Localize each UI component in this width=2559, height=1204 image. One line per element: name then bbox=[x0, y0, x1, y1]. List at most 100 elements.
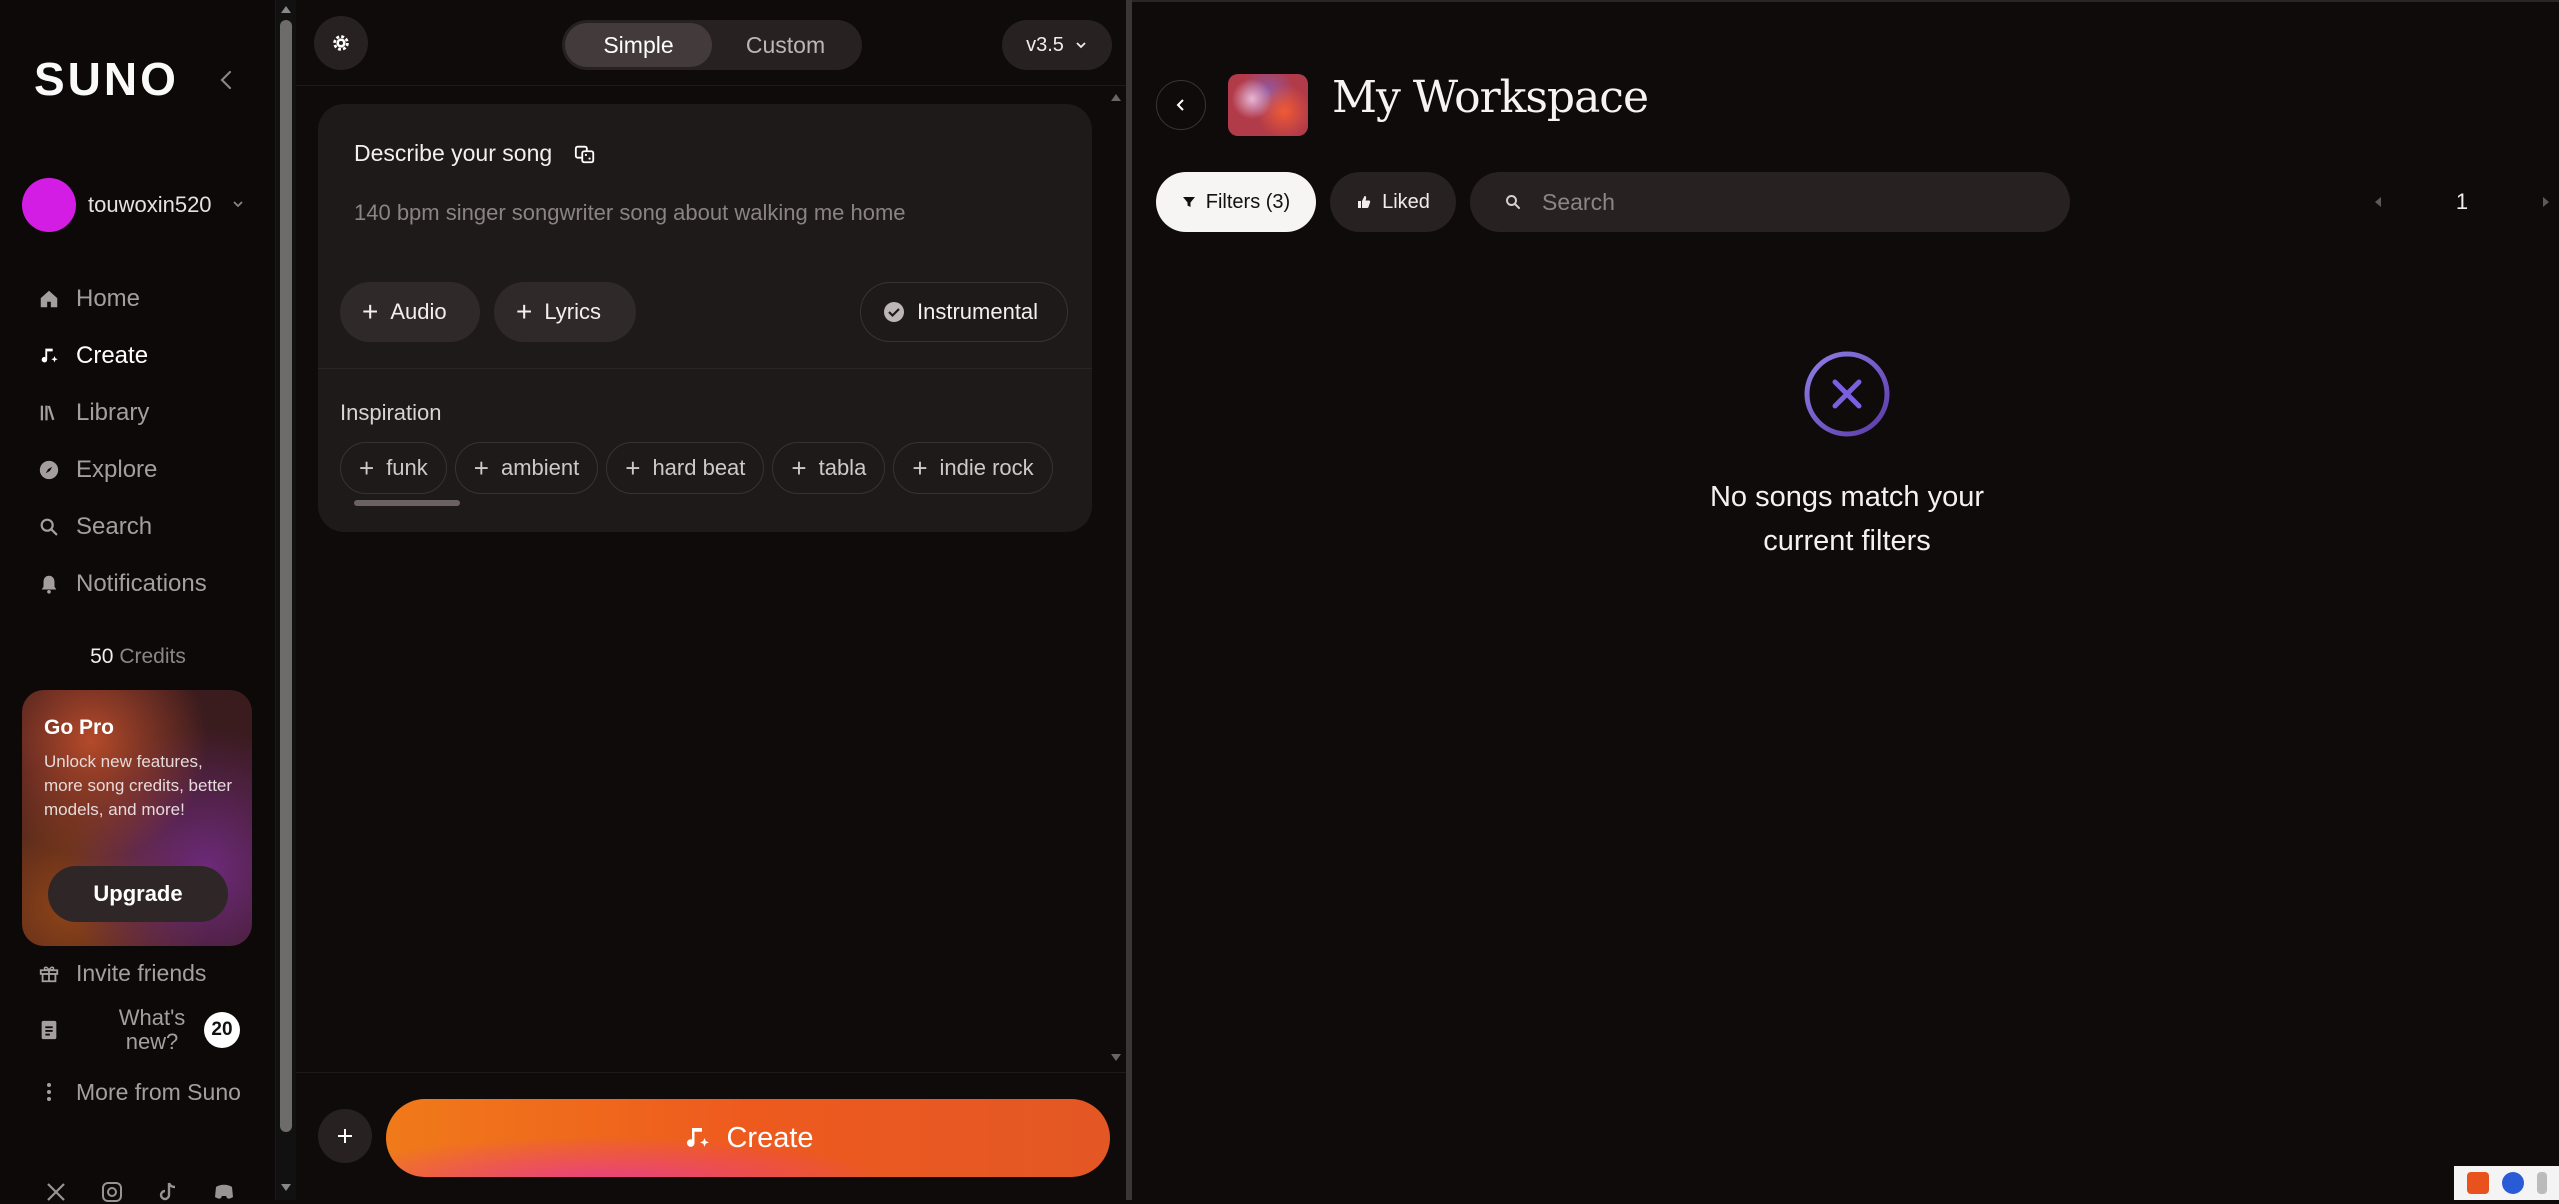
plus-icon: + bbox=[516, 296, 533, 327]
tag-label: indie rock bbox=[939, 455, 1034, 480]
liked-button[interactable]: Liked bbox=[1330, 172, 1456, 232]
tag-label: funk bbox=[386, 455, 428, 480]
create-panel: Simple Custom v3.5 Describe your song 14… bbox=[296, 0, 1132, 1200]
panel-scrollbar[interactable] bbox=[1108, 86, 1124, 1070]
x-twitter-icon[interactable] bbox=[44, 1180, 68, 1204]
song-description-input[interactable]: 140 bpm singer songwriter song about wal… bbox=[354, 200, 906, 226]
plus-icon bbox=[338, 1129, 352, 1143]
create-button-label: Create bbox=[726, 1121, 814, 1154]
tab-custom[interactable]: Custom bbox=[712, 23, 859, 67]
invite-label: Invite friends bbox=[76, 959, 207, 986]
discord-icon[interactable] bbox=[212, 1180, 236, 1204]
plus-icon: + bbox=[625, 452, 641, 483]
tray-menu-icon[interactable] bbox=[2536, 1172, 2547, 1194]
bell-icon bbox=[36, 571, 62, 597]
gift-icon bbox=[36, 960, 62, 986]
tab-simple[interactable]: Simple bbox=[565, 23, 712, 67]
tag-label: tabla bbox=[818, 455, 867, 480]
inspiration-tag-indie-rock[interactable]: + indie rock bbox=[893, 442, 1053, 494]
add-button[interactable] bbox=[318, 1109, 372, 1163]
whats-new-label: What's new? bbox=[118, 1005, 186, 1054]
sidebar-item-notifications[interactable]: Notifications bbox=[36, 555, 266, 612]
gear-icon bbox=[333, 35, 349, 51]
scroll-down-arrow-icon[interactable] bbox=[281, 1184, 291, 1191]
add-lyrics-button[interactable]: + Lyrics bbox=[494, 282, 636, 342]
prev-page-icon[interactable] bbox=[2372, 196, 2384, 208]
inspiration-title: Inspiration bbox=[340, 400, 442, 425]
page-title: My Workspace bbox=[1332, 72, 1649, 123]
sidebar-item-label: Create bbox=[76, 341, 149, 369]
search-input[interactable] bbox=[1540, 187, 2020, 217]
settings-button[interactable] bbox=[314, 16, 368, 70]
pagination: 1 bbox=[2372, 178, 2552, 226]
mode-toggle: Simple Custom bbox=[562, 20, 862, 70]
next-page-icon[interactable] bbox=[2540, 196, 2552, 208]
sidebar-item-library[interactable]: Library bbox=[36, 384, 266, 441]
inspiration-tag-hard-beat[interactable]: + hard beat bbox=[606, 442, 765, 494]
document-icon bbox=[36, 1017, 62, 1043]
scroll-down-arrow-icon[interactable] bbox=[1111, 1054, 1121, 1061]
sidebar-item-search[interactable]: Search bbox=[36, 498, 266, 555]
scrollbar-thumb[interactable] bbox=[280, 20, 292, 1132]
ime-icon[interactable] bbox=[2466, 1172, 2489, 1194]
scroll-up-arrow-icon[interactable] bbox=[1111, 94, 1121, 101]
system-tray bbox=[2454, 1166, 2559, 1200]
instrumental-toggle[interactable]: Instrumental bbox=[860, 282, 1068, 342]
add-audio-button[interactable]: + Audio bbox=[340, 282, 480, 342]
tag-label: hard beat bbox=[652, 455, 746, 480]
sidebar-item-create[interactable]: Create bbox=[36, 327, 266, 384]
help-icon[interactable] bbox=[2501, 1172, 2524, 1194]
workspace-panel: My Workspace Filters (3) Liked 1 No son bbox=[1132, 0, 2559, 1200]
no-results-icon bbox=[1804, 351, 1890, 437]
plus-icon: + bbox=[362, 296, 379, 327]
create-icon bbox=[36, 343, 62, 369]
filters-button[interactable]: Filters (3) bbox=[1156, 172, 1316, 232]
suno-logo[interactable]: SUNO bbox=[34, 52, 179, 106]
credits-label: Credits bbox=[119, 645, 186, 668]
page-number: 1 bbox=[2455, 189, 2469, 214]
scroll-up-arrow-icon[interactable] bbox=[281, 6, 291, 13]
upgrade-button[interactable]: Upgrade bbox=[48, 866, 228, 922]
create-footer: Create bbox=[296, 1072, 1132, 1200]
credits-counter: 50 Credits bbox=[0, 645, 276, 669]
chevron-down-icon[interactable] bbox=[228, 194, 248, 214]
create-button[interactable]: Create bbox=[386, 1099, 1110, 1177]
invite-friends-link[interactable]: Invite friends bbox=[36, 948, 266, 998]
sidebar-item-explore[interactable]: Explore bbox=[36, 441, 266, 498]
instagram-icon[interactable] bbox=[100, 1180, 124, 1204]
inspiration-tag-funk[interactable]: + funk bbox=[340, 442, 447, 494]
inspiration-tag-tabla[interactable]: + tabla bbox=[772, 442, 886, 494]
whats-new-link[interactable]: What's new? 20 bbox=[36, 998, 266, 1062]
version-select[interactable]: v3.5 bbox=[1002, 20, 1112, 70]
sidebar-item-home[interactable]: Home bbox=[36, 270, 266, 327]
card-title-text: Describe your song bbox=[354, 140, 553, 166]
back-button[interactable] bbox=[1156, 80, 1206, 130]
filters-label: Filters (3) bbox=[1205, 190, 1291, 213]
more-from-suno-link[interactable]: More from Suno bbox=[36, 1062, 266, 1122]
collapse-sidebar-icon[interactable] bbox=[216, 66, 236, 94]
create-topbar: Simple Custom v3.5 bbox=[296, 0, 1132, 86]
search-icon bbox=[1506, 195, 1520, 209]
chevron-left-icon bbox=[1176, 99, 1184, 111]
go-pro-title: Go Pro bbox=[44, 716, 115, 739]
inspiration-scrollbar[interactable] bbox=[354, 500, 460, 506]
inspiration-tags: + funk + ambient + hard beat + tabla + indie rock bbox=[340, 442, 1092, 496]
search-icon bbox=[36, 514, 62, 540]
tag-label: ambient bbox=[500, 455, 580, 480]
avatar[interactable] bbox=[22, 178, 76, 232]
sidebar-item-label: Notifications bbox=[76, 569, 207, 597]
liked-label: Liked bbox=[1382, 190, 1430, 213]
describe-song-card: Describe your song 140 bpm singer songwr… bbox=[318, 104, 1092, 532]
dice-icon[interactable] bbox=[574, 143, 596, 165]
user-menu[interactable]: touwoxin520 bbox=[22, 178, 262, 232]
inspiration-tag-ambient[interactable]: + ambient bbox=[454, 442, 599, 494]
sidebar: SUNO touwoxin520 Home Create Library Exp… bbox=[0, 0, 276, 1202]
chevron-down-icon bbox=[1076, 42, 1086, 49]
sidebar-item-label: Explore bbox=[76, 455, 158, 483]
credits-value: 50 bbox=[90, 645, 114, 668]
tiktok-icon[interactable] bbox=[156, 1180, 180, 1204]
sidebar-item-label: Home bbox=[76, 284, 141, 312]
sidebar-scrollbar[interactable] bbox=[276, 0, 296, 1200]
sidebar-bottom-nav: Invite friends What's new? 20 More from … bbox=[36, 948, 266, 1122]
audio-label: Audio bbox=[390, 299, 447, 324]
